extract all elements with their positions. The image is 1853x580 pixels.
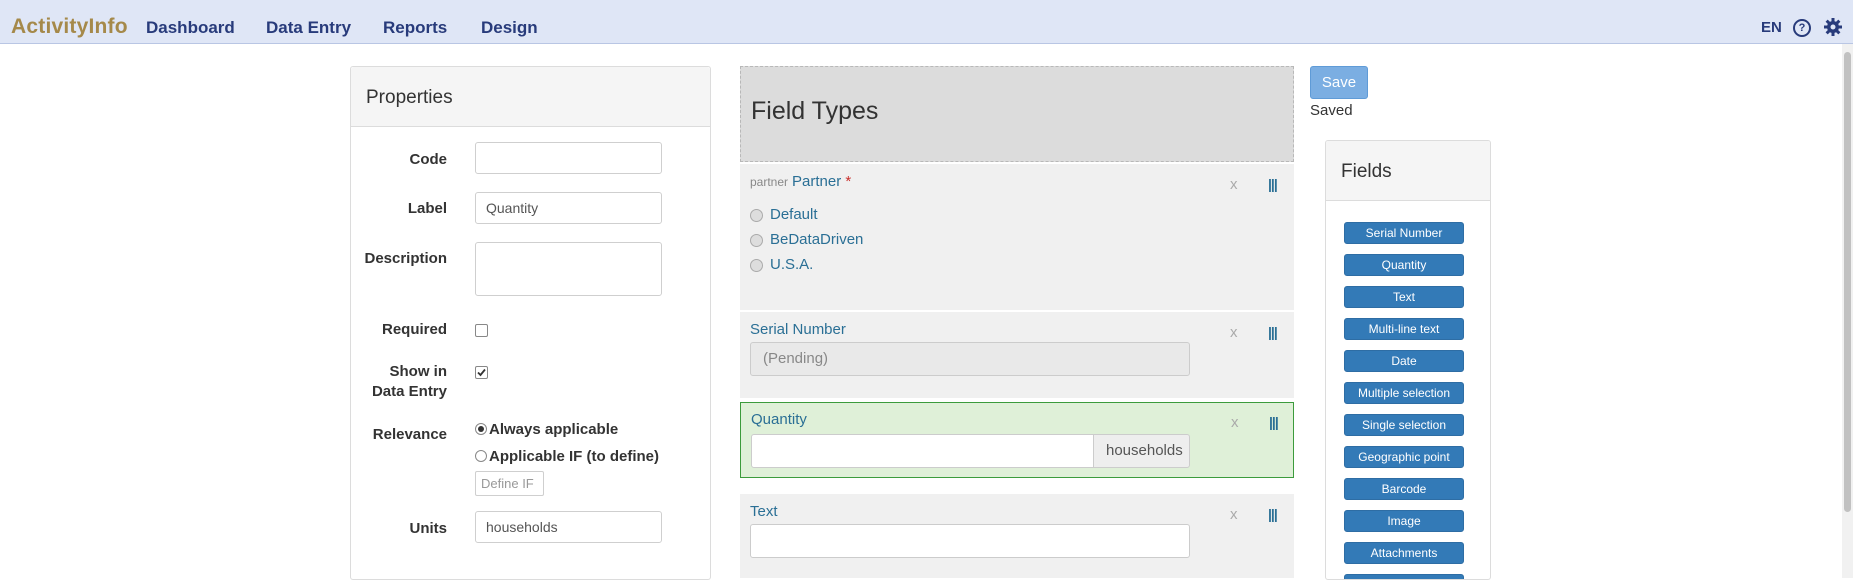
required-checkbox[interactable] bbox=[475, 324, 488, 337]
app-logo[interactable]: ActivityInfo bbox=[11, 15, 128, 39]
drag-handle-icon[interactable]: ||| bbox=[1268, 176, 1278, 192]
option-radio[interactable] bbox=[750, 209, 763, 222]
units-label: Units bbox=[409, 520, 448, 537]
define-if-button[interactable]: Define IF bbox=[475, 471, 544, 496]
option-label[interactable]: BeDataDriven bbox=[770, 231, 863, 248]
fields-palette: Fields Serial Number Quantity Text Multi… bbox=[1325, 140, 1491, 580]
remove-field-button[interactable]: x bbox=[1230, 324, 1238, 341]
description-textarea[interactable] bbox=[475, 242, 662, 296]
palette-single-selection-button[interactable]: Single selection bbox=[1344, 414, 1464, 436]
palette-multiline-text-button[interactable]: Multi-line text bbox=[1344, 318, 1464, 340]
relevance-if-radio[interactable] bbox=[475, 450, 487, 462]
palette-barcode-button[interactable]: Barcode bbox=[1344, 478, 1464, 500]
remove-field-button[interactable]: x bbox=[1231, 414, 1239, 431]
checkmark-icon bbox=[477, 368, 486, 377]
field-label: Serial Number bbox=[750, 321, 846, 338]
units-addon: households bbox=[1093, 434, 1190, 468]
scrollbar-thumb[interactable] bbox=[1844, 52, 1851, 512]
remove-field-button[interactable]: x bbox=[1230, 506, 1238, 523]
form-header: Field Types bbox=[740, 66, 1294, 162]
nav-data-entry[interactable]: Data Entry bbox=[266, 18, 351, 38]
help-icon[interactable]: ? bbox=[1793, 19, 1811, 37]
field-label: Text bbox=[750, 503, 778, 520]
top-navbar: ActivityInfo Dashboard Data Entry Report… bbox=[0, 0, 1853, 44]
field-label: Quantity bbox=[751, 411, 807, 428]
palette-attachments-button[interactable]: Attachments bbox=[1344, 542, 1464, 564]
relevance-always-radio[interactable] bbox=[475, 423, 487, 435]
required-label: Required bbox=[381, 321, 447, 338]
drag-handle-icon[interactable]: ||| bbox=[1269, 414, 1279, 430]
palette-serial-number-button[interactable]: Serial Number bbox=[1344, 222, 1464, 244]
label-label: Label bbox=[407, 200, 447, 217]
nav-reports[interactable]: Reports bbox=[383, 18, 447, 38]
label-input[interactable]: Quantity bbox=[475, 192, 662, 224]
drag-handle-icon[interactable]: ||| bbox=[1268, 324, 1278, 340]
required-marker: * bbox=[845, 173, 852, 190]
language-selector[interactable]: EN bbox=[1761, 19, 1782, 36]
palette-date-button[interactable]: Date bbox=[1344, 350, 1464, 372]
radio-selected-dot bbox=[478, 426, 484, 432]
palette-geographic-point-button[interactable]: Geographic point bbox=[1344, 446, 1464, 468]
show-label-line2: Data Entry bbox=[371, 383, 447, 400]
drag-handle-icon[interactable]: ||| bbox=[1268, 506, 1278, 522]
field-label-text: Partner bbox=[792, 173, 842, 190]
fields-header: Fields bbox=[1326, 141, 1490, 201]
option-label[interactable]: U.S.A. bbox=[770, 256, 813, 273]
option-radio[interactable] bbox=[750, 234, 763, 247]
properties-header: Properties bbox=[351, 67, 710, 127]
show-label-line1: Show in bbox=[389, 363, 448, 380]
show-in-data-entry-checkbox[interactable] bbox=[475, 366, 488, 379]
option-radio[interactable] bbox=[750, 259, 763, 272]
gear-icon[interactable] bbox=[1823, 17, 1843, 37]
properties-panel: Properties Code Label Quantity Descripti… bbox=[350, 66, 711, 580]
relevance-always-label[interactable]: Always applicable bbox=[489, 421, 618, 438]
description-label: Description bbox=[364, 250, 447, 267]
option-label[interactable]: Default bbox=[770, 206, 818, 223]
field-partner[interactable]: partner Partner * x ||| Default BeDataDri… bbox=[740, 164, 1294, 310]
code-label: Code bbox=[409, 151, 448, 168]
remove-field-button[interactable]: x bbox=[1230, 176, 1238, 193]
palette-text-button[interactable]: Text bbox=[1344, 286, 1464, 308]
properties-title: Properties bbox=[366, 87, 453, 108]
quantity-input[interactable] bbox=[751, 434, 1094, 468]
field-label: partner Partner * bbox=[750, 173, 851, 190]
code-input[interactable] bbox=[475, 142, 662, 174]
show-in-data-entry-label: Show in Data Entry bbox=[372, 362, 447, 402]
fields-title: Fields bbox=[1341, 161, 1392, 182]
palette-multiple-selection-button[interactable]: Multiple selection bbox=[1344, 382, 1464, 404]
field-serial-number[interactable]: Serial Number x ||| (Pending) bbox=[740, 312, 1294, 398]
palette-more-button[interactable] bbox=[1344, 574, 1464, 579]
field-code: partner bbox=[750, 175, 789, 189]
text-input[interactable] bbox=[750, 524, 1190, 558]
save-status: Saved bbox=[1310, 102, 1353, 119]
page-scrollbar[interactable] bbox=[1842, 44, 1853, 578]
relevance-if-label[interactable]: Applicable IF (to define) bbox=[489, 448, 659, 465]
palette-quantity-button[interactable]: Quantity bbox=[1344, 254, 1464, 276]
relevance-label: Relevance bbox=[372, 426, 447, 443]
serial-number-input: (Pending) bbox=[750, 342, 1190, 376]
palette-image-button[interactable]: Image bbox=[1344, 510, 1464, 532]
field-text[interactable]: Text x ||| bbox=[740, 494, 1294, 578]
units-input[interactable]: households bbox=[475, 511, 662, 543]
field-quantity[interactable]: Quantity x ||| households bbox=[740, 402, 1294, 478]
nav-design[interactable]: Design bbox=[481, 18, 538, 38]
nav-dashboard[interactable]: Dashboard bbox=[146, 18, 235, 38]
form-title: Field Types bbox=[751, 97, 879, 125]
save-button[interactable]: Save bbox=[1310, 66, 1368, 99]
